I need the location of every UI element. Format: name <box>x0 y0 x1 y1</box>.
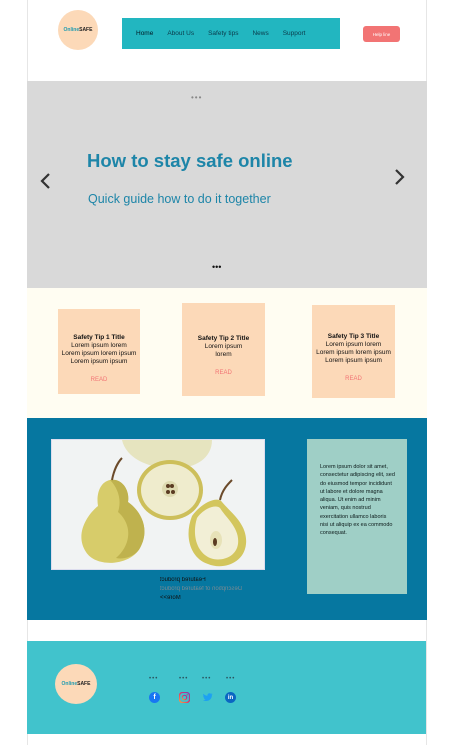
footer-dots: ••• <box>149 676 159 682</box>
footer-dots: ••• <box>226 676 236 682</box>
footer-dots: ••• <box>179 676 189 682</box>
featured-caption: Featured product Description of featured… <box>160 576 265 603</box>
read-link[interactable]: READ <box>91 377 108 383</box>
tip-card-1: Safety Tip 1 Title Lorem ipsum lorem Lor… <box>58 309 140 394</box>
footer-logo[interactable]: Online SAFE <box>55 664 97 704</box>
tip-text: Lorem ipsum <box>204 343 243 350</box>
hero-subtitle: Quick guide how to do it together <box>88 192 271 206</box>
footer-dots: ••• <box>202 676 212 682</box>
chevron-right-icon[interactable] <box>393 166 407 192</box>
instagram-icon[interactable] <box>179 692 190 703</box>
featured-description: Description of featured product <box>160 586 243 592</box>
facebook-icon[interactable]: f <box>149 692 160 703</box>
site-logo[interactable]: Online SAFE <box>58 10 98 50</box>
read-link[interactable]: READ <box>345 376 362 382</box>
tip-text: Lorem ipsum ipsum <box>70 358 128 365</box>
hero-carousel <box>27 81 427 288</box>
tip-text: Lorem ipsum lorem ipsum <box>61 350 137 357</box>
featured-text-card: Lorem ipsum dolor sit amet, consectetur … <box>307 439 407 594</box>
tip-title: Safety Tip 2 Title <box>197 335 250 342</box>
hero-title: How to stay safe online <box>87 150 293 171</box>
nav-item-news[interactable]: News <box>252 30 268 37</box>
featured-title: Featured product <box>160 577 206 583</box>
main-nav: Home About Us Safety tips News Support <box>122 18 340 49</box>
tip-title: Safety Tip 1 Title <box>73 334 125 341</box>
tip-title: Safety Tip 3 Title <box>327 333 380 340</box>
nav-item-about[interactable]: About Us <box>167 30 194 37</box>
read-link[interactable]: READ <box>215 370 232 376</box>
linkedin-icon[interactable]: in <box>225 692 236 703</box>
help-line-button[interactable]: Help line <box>363 26 400 42</box>
featured-product-image[interactable] <box>51 439 265 570</box>
nav-item-home[interactable]: Home <box>136 30 153 37</box>
nav-item-support[interactable]: Support <box>283 30 306 37</box>
tip-text: Lorem ipsum lorem <box>325 341 382 348</box>
tip-text: Lorem ipsum lorem <box>71 342 127 349</box>
tip-card-3: Safety Tip 3 Title Lorem ipsum lorem Lor… <box>312 305 395 398</box>
carousel-pagination-dots[interactable]: ••• <box>212 262 221 272</box>
tip-text: lorem <box>215 351 232 358</box>
tip-card-2: Safety Tip 2 Title Lorem ipsum lorem REA… <box>182 303 265 396</box>
hero-dots-top: ••• <box>191 93 203 102</box>
more-link[interactable]: More>> <box>160 594 265 603</box>
tip-text: Lorem ipsum ipsum <box>325 357 382 364</box>
tip-text: Lorem ipsum lorem ipsum <box>316 349 391 356</box>
nav-item-safety-tips[interactable]: Safety tips <box>208 30 238 37</box>
chevron-left-icon[interactable] <box>38 170 52 196</box>
twitter-icon[interactable] <box>202 692 213 703</box>
